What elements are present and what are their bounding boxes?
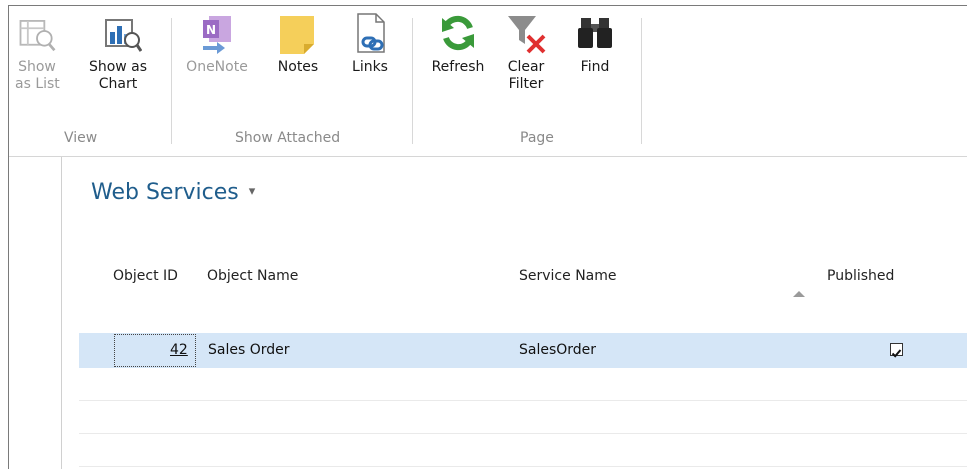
clear-filter-label-1: Clear bbox=[507, 59, 545, 75]
show-as-list-label-1: Show bbox=[18, 59, 56, 75]
refresh-icon bbox=[442, 15, 474, 51]
cell-object-id[interactable]: 42 bbox=[170, 342, 188, 358]
published-checkbox[interactable] bbox=[890, 343, 903, 358]
clear-filter-label-2: Filter bbox=[508, 76, 544, 92]
refresh-label: Refresh bbox=[431, 59, 485, 75]
checkmark-icon bbox=[891, 349, 902, 358]
navigation-pane bbox=[9, 157, 62, 469]
chart-view-icon bbox=[105, 19, 142, 52]
page-title-text: Web Services bbox=[91, 180, 239, 205]
links-icon bbox=[357, 13, 385, 53]
ribbon: Show as List Show as Chart View N OneNot… bbox=[9, 6, 967, 157]
show-as-chart-label-1: Show as bbox=[88, 59, 148, 75]
row-divider bbox=[79, 400, 967, 401]
group-separator bbox=[412, 18, 413, 144]
clear-filter-icon bbox=[508, 16, 546, 54]
find-label: Find bbox=[580, 59, 610, 75]
refresh-button[interactable]: Refresh bbox=[427, 6, 489, 76]
page-title[interactable]: Web Services ▾ bbox=[91, 180, 255, 205]
sort-ascending-icon bbox=[793, 291, 805, 297]
show-as-chart-button[interactable]: Show as Chart bbox=[85, 6, 151, 93]
binoculars-icon bbox=[578, 18, 612, 48]
chevron-down-icon[interactable]: ▾ bbox=[249, 184, 256, 199]
links-label: Links bbox=[352, 59, 388, 75]
onenote-icon: N bbox=[203, 16, 231, 54]
clear-filter-button[interactable]: Clear Filter bbox=[499, 6, 553, 93]
row-divider bbox=[79, 466, 967, 467]
notes-button[interactable]: Notes bbox=[271, 6, 325, 76]
group-separator bbox=[171, 18, 172, 144]
column-header-service-name[interactable]: Service Name bbox=[519, 268, 617, 284]
find-button[interactable]: Find bbox=[571, 6, 619, 76]
show-as-chart-label-2: Chart bbox=[98, 76, 138, 92]
links-button[interactable]: Links bbox=[343, 6, 397, 76]
show-as-list-label-2: as List bbox=[15, 76, 60, 92]
column-header-object-name[interactable]: Object Name bbox=[207, 268, 298, 284]
group-label-show-attached: Show Attached bbox=[235, 130, 341, 146]
row-divider bbox=[79, 433, 967, 434]
svg-text:N: N bbox=[206, 23, 216, 37]
cell-service-name: SalesOrder bbox=[519, 342, 597, 358]
show-as-list-button[interactable]: Show as List bbox=[15, 6, 60, 93]
column-header-published[interactable]: Published bbox=[827, 268, 894, 284]
cell-object-name: Sales Order bbox=[208, 342, 290, 358]
list-view-icon bbox=[19, 20, 56, 52]
notes-label: Notes bbox=[277, 59, 319, 75]
group-label-view: View bbox=[64, 130, 98, 146]
group-separator bbox=[641, 18, 642, 144]
onenote-label: OneNote bbox=[186, 59, 248, 75]
onenote-button[interactable]: N OneNote bbox=[185, 6, 249, 76]
group-label-page: Page bbox=[520, 130, 554, 146]
notes-icon bbox=[280, 16, 314, 54]
column-header-object-id[interactable]: Object ID bbox=[113, 268, 178, 284]
